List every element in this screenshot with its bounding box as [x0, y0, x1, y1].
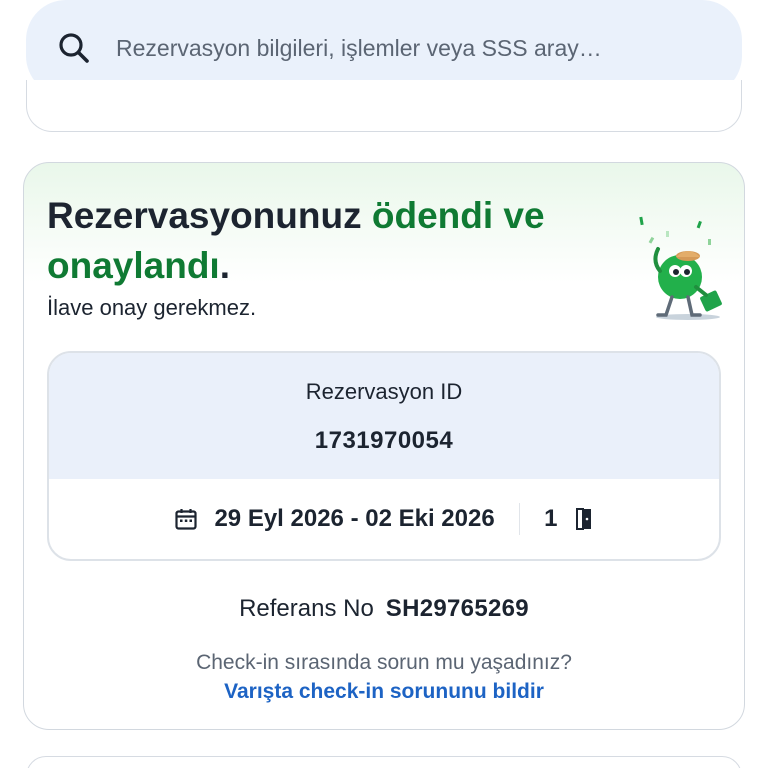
calendar-icon [174, 507, 198, 531]
booking-id-label: Rezervasyon ID [305, 379, 463, 404]
reference-label: Referans No [239, 595, 374, 622]
stay-dates-text: 29 Eyl 2026 - 02 Eki 2026 [214, 505, 495, 532]
room-count: 1 [544, 505, 593, 533]
booking-details-row: 29 Eyl 2026 - 02 Eki 2026 1 [49, 479, 719, 559]
reference-value: SH29765269 [385, 595, 529, 622]
report-checkin-issue-link[interactable]: Varışta check-in sorununu bildir [24, 680, 744, 704]
status-subline: İlave onay gerekmez. [47, 295, 257, 320]
booking-id-section: Rezervasyon ID 1731970054 [49, 353, 719, 479]
status-headline: Rezervasyonunuz ödendi ve onaylandı. [47, 195, 545, 286]
booking-status-card: Rezervasyonunuz ödendi ve onaylandı. İla… [23, 162, 745, 730]
details-divider [518, 503, 521, 535]
room-count-value: 1 [544, 505, 558, 532]
reference-number: Referans No SH29765269 [24, 595, 744, 623]
next-card-edge [26, 756, 742, 768]
booking-id-value: 1731970054 [314, 427, 454, 454]
search-input[interactable] [116, 34, 676, 62]
previous-card-edge [26, 80, 742, 132]
booking-summary-box: Rezervasyon ID 1731970054 29 Eyl 2026 - … [47, 351, 721, 561]
celebrating-traveler-mascot-icon [630, 213, 730, 323]
search-icon [56, 30, 92, 66]
stay-dates: 29 Eyl 2026 - 02 Eki 2026 [174, 505, 495, 533]
door-icon [574, 507, 594, 531]
checkin-question: Check-in sırasında sorun mu yaşadınız? [196, 651, 572, 674]
